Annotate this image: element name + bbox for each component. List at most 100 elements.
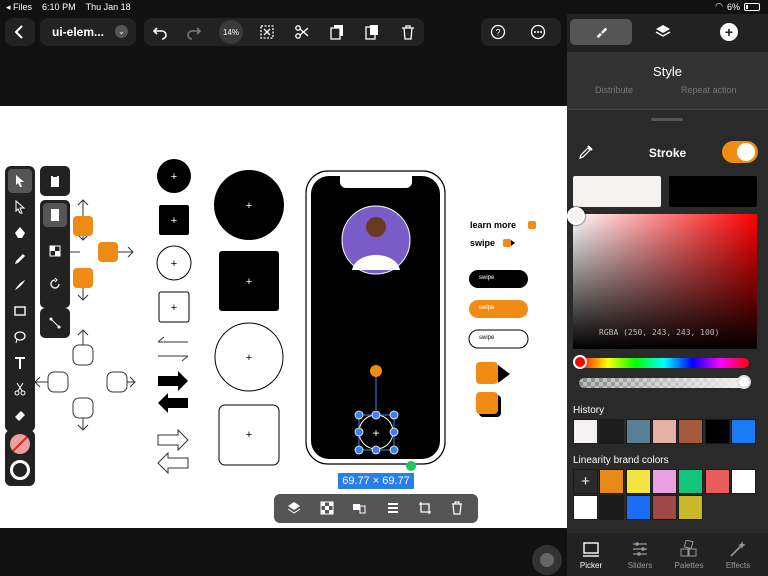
document-title-button[interactable]: ui-elem... ⌄ [40,18,136,46]
cut-button[interactable] [290,20,314,44]
tab-label: Palettes [674,560,704,570]
brand-color-swatch[interactable] [625,495,651,520]
tab-label: Sliders [627,560,653,570]
brand-color-swatch[interactable] [573,495,598,520]
shape-tool[interactable] [8,299,32,323]
brand-color-swatch[interactable] [625,469,651,494]
hue-handle[interactable] [573,355,587,369]
plus-icon: + [724,24,734,40]
delete-selection-button[interactable] [448,499,466,517]
selection-tool[interactable] [8,169,32,193]
checker-icon [49,245,61,257]
arrange-button[interactable] [285,499,303,517]
brand-color-swatch[interactable] [599,469,625,494]
pen-tool[interactable] [8,221,32,245]
help-button[interactable]: ? [486,20,510,44]
text-tool[interactable] [8,351,32,375]
tab-sliders[interactable]: Sliders [616,533,664,576]
app-window: ◂ Files 6:10 PM Thu Jan 18 ◠ 6% ui-elem.… [0,0,768,576]
clipboard-tool[interactable] [43,169,67,193]
svg-text:?: ? [495,28,500,38]
transparency-tool[interactable] [43,239,67,263]
brand-color-swatch[interactable] [704,469,730,494]
stroke-swatch[interactable] [10,460,30,480]
history-color-swatch[interactable] [573,419,598,444]
repeat-action-label[interactable]: Repeat action [681,85,737,95]
deselect-button[interactable] [255,20,279,44]
drag-handle[interactable] [651,118,683,121]
rotate-tool[interactable] [43,272,67,296]
history-color-swatch[interactable] [625,419,651,444]
stroke-toggle[interactable] [722,141,758,163]
back-button[interactable] [8,20,32,44]
artboard-artwork: + + + + + + + + + [34,159,536,475]
opacity-button[interactable] [318,499,336,517]
back-to-app[interactable]: ◂ Files [6,2,32,13]
scale-tool[interactable] [43,311,67,335]
hue-slider[interactable] [573,355,749,369]
scissors-tool[interactable] [8,377,32,401]
history-color-swatch[interactable] [651,419,677,444]
brand-color-swatch[interactable] [730,469,756,494]
svg-text:+: + [246,200,252,212]
layers-tab[interactable] [655,23,673,41]
opacity-slider[interactable] [579,375,751,389]
more-button[interactable] [526,20,550,44]
brand-color-swatch[interactable] [678,495,704,520]
redo-button[interactable] [182,20,206,44]
crop-button[interactable] [416,499,434,517]
tab-effects[interactable]: Effects [714,533,762,576]
assistive-touch-button[interactable] [532,545,562,575]
fill-swatch[interactable] [10,434,30,454]
rotate-icon [50,277,60,289]
lasso-tool[interactable] [8,325,32,349]
pencil-tool[interactable] [8,247,32,271]
scissors-tool-icon [14,382,26,396]
distribute-label[interactable]: Distribute [595,85,633,95]
paste-button[interactable] [360,20,384,44]
history-color-swatch[interactable] [678,419,704,444]
copy-style-tool[interactable] [43,203,67,227]
history-color-swatch[interactable] [704,419,730,444]
eraser-tool[interactable] [8,403,32,427]
tab-picker[interactable]: Picker [567,533,615,576]
delete-button[interactable] [396,20,420,44]
brush-tool[interactable] [8,273,32,297]
history-color-swatch[interactable] [599,419,625,444]
add-tab[interactable]: + [720,23,738,41]
copy-button[interactable] [325,20,349,44]
deselect-icon [260,25,274,39]
saturation-handle[interactable] [567,207,585,225]
layers-small-icon [287,502,301,514]
brush-icon [596,27,608,39]
zoom-indicator[interactable]: 14% [219,20,243,44]
artboard-canvas[interactable]: + + + + + + + + + learn more swipe swipe… [0,106,567,528]
brand-color-swatch[interactable] [651,469,677,494]
brand-color-swatch[interactable] [599,495,625,520]
learn-more-link: learn more [470,220,517,230]
scissors-icon [295,25,309,39]
style-tab[interactable] [570,19,632,45]
tab-palettes[interactable]: Palettes [665,533,713,576]
add-brand-color-button[interactable]: + [573,469,598,494]
distribute-icon [388,503,398,513]
none-slash-icon [10,434,30,454]
magic-wand-icon [730,540,746,557]
current-color-swatch[interactable] [573,176,661,207]
trash-icon [402,25,414,40]
panel-header: Style Distribute Repeat action [567,52,768,110]
brand-color-swatch[interactable] [678,469,704,494]
opacity-handle[interactable] [737,375,751,389]
brand-colors-label: Linearity brand colors [573,455,669,466]
align-button[interactable] [350,499,368,517]
history-color-swatch[interactable] [730,419,756,444]
selection-toolbar [274,494,478,523]
checkerboard-icon [320,501,334,515]
brand-color-swatch[interactable] [651,495,677,520]
saturation-field[interactable]: RGBA (250, 243, 243, 100) [567,207,757,349]
node-tool[interactable] [8,195,32,219]
previous-color-swatch[interactable] [669,176,757,207]
undo-button[interactable] [148,20,172,44]
status-date: Thu Jan 18 [85,2,131,12]
distribute-button[interactable] [384,499,402,517]
